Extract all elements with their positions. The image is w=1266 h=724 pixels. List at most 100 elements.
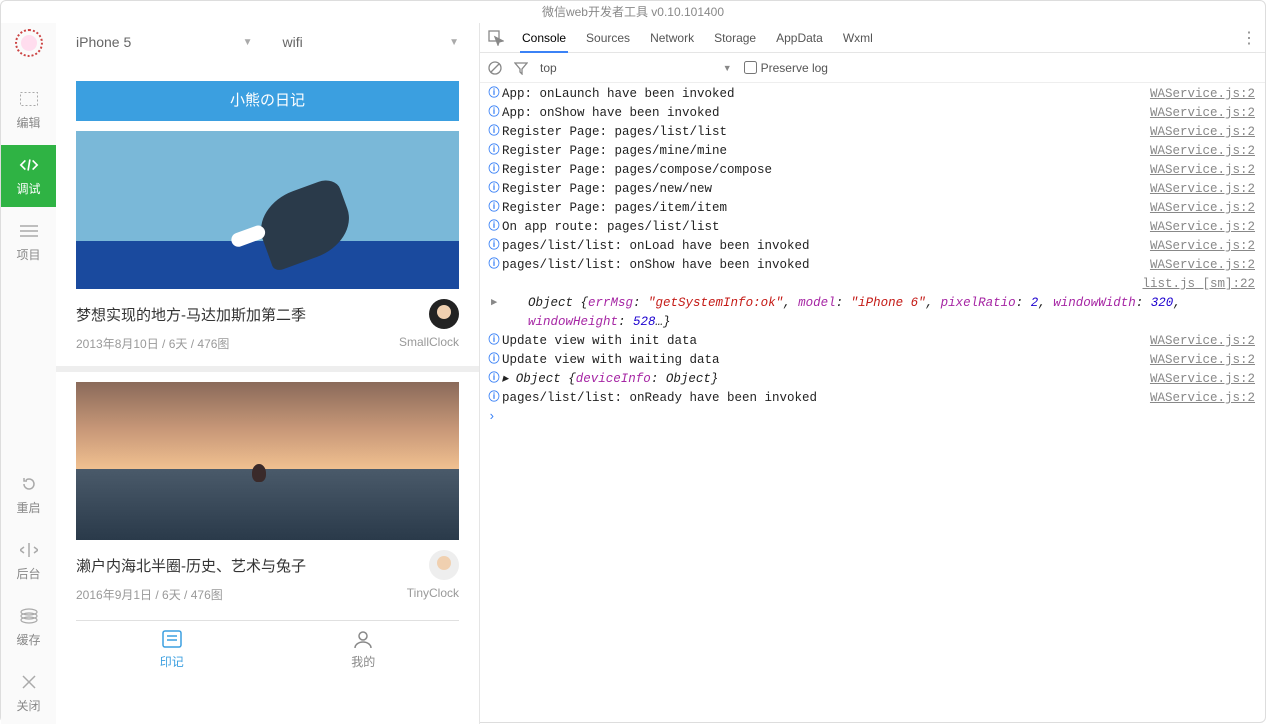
device-selector[interactable]: iPhone 5 ▼ bbox=[66, 28, 263, 56]
card-title: 濑户内海北半圈-历史、艺术与兔子 bbox=[76, 555, 421, 576]
card-meta: 2013年8月10日 / 6天 / 476图 bbox=[76, 335, 229, 352]
close-icon bbox=[19, 673, 39, 691]
code-icon bbox=[19, 156, 39, 174]
tab-storage[interactable]: Storage bbox=[712, 23, 758, 53]
devtools-panel: Console Sources Network Storage AppData … bbox=[479, 23, 1265, 724]
source-link[interactable]: WAService.js:2 bbox=[1150, 142, 1255, 161]
tab-console[interactable]: Console bbox=[520, 23, 568, 53]
chevron-down-icon: ▼ bbox=[723, 63, 732, 73]
list-item[interactable]: 梦想实现的地方-马达加斯加第二季 2013年8月10日 / 6天 / 476图 … bbox=[76, 131, 459, 352]
restart-icon bbox=[19, 475, 39, 493]
console-object[interactable]: ▸Object {errMsg: "getSystemInfo:ok", mod… bbox=[480, 294, 1265, 332]
source-link[interactable]: WAService.js:2 bbox=[1150, 161, 1255, 180]
info-icon: ⓘ bbox=[486, 142, 502, 161]
user-icon bbox=[353, 629, 373, 649]
info-icon: ⓘ bbox=[486, 180, 502, 199]
console-row: ⓘUpdate view with init dataWAService.js:… bbox=[480, 332, 1265, 351]
info-icon: ⓘ bbox=[486, 332, 502, 351]
info-icon: ⓘ bbox=[486, 85, 502, 104]
info-icon: ⓘ bbox=[486, 218, 502, 237]
tab-mine[interactable]: 我的 bbox=[268, 621, 460, 678]
info-icon: ⓘ bbox=[486, 389, 502, 408]
card-title: 梦想实现的地方-马达加斯加第二季 bbox=[76, 304, 421, 325]
source-link[interactable]: WAService.js:2 bbox=[1150, 256, 1255, 275]
console-prompt[interactable]: › bbox=[480, 408, 1265, 427]
source-link[interactable]: WAService.js:2 bbox=[1150, 123, 1255, 142]
app-header: 小熊の日记 bbox=[76, 81, 459, 121]
sidebar-item-project[interactable]: 项目 bbox=[1, 211, 56, 273]
sidebar: 编辑 调试 项目 重启 后台 缓存 关闭 bbox=[1, 23, 56, 724]
source-link[interactable]: WAService.js:2 bbox=[1150, 237, 1255, 256]
source-link[interactable]: WAService.js:2 bbox=[1150, 332, 1255, 351]
source-link[interactable]: WAService.js:2 bbox=[1150, 370, 1255, 389]
console-row: ⓘpages/list/list: onLoad have been invok… bbox=[480, 237, 1265, 256]
sidebar-item-cache[interactable]: 缓存 bbox=[1, 596, 56, 658]
console-row: ⓘRegister Page: pages/new/newWAService.j… bbox=[480, 180, 1265, 199]
chevron-down-icon: ▼ bbox=[449, 37, 459, 48]
tab-wxml[interactable]: Wxml bbox=[841, 23, 875, 53]
console-row: ⓘRegister Page: pages/item/itemWAService… bbox=[480, 199, 1265, 218]
tab-appdata[interactable]: AppData bbox=[774, 23, 825, 53]
console-row: ⓘRegister Page: pages/mine/mineWAService… bbox=[480, 142, 1265, 161]
console-row: ⓘApp: onLaunch have been invokedWAServic… bbox=[480, 85, 1265, 104]
info-icon: ⓘ bbox=[486, 370, 502, 389]
divider bbox=[56, 366, 479, 372]
info-icon: ⓘ bbox=[486, 199, 502, 218]
more-icon[interactable]: ⋮ bbox=[1241, 28, 1257, 48]
edit-icon bbox=[19, 90, 39, 108]
avatar bbox=[429, 550, 459, 580]
inspect-icon[interactable] bbox=[488, 30, 504, 46]
info-icon: ⓘ bbox=[486, 123, 502, 142]
diary-icon bbox=[161, 629, 183, 649]
console-row: ⓘUpdate view with waiting dataWAService.… bbox=[480, 351, 1265, 370]
device-panel: iPhone 5 ▼ wifi ▼ 小熊の日记 梦想实现的地方-马达加斯加第二季… bbox=[56, 23, 479, 724]
context-selector[interactable]: top ▼ bbox=[540, 61, 732, 75]
source-link[interactable]: WAService.js:2 bbox=[1150, 85, 1255, 104]
sidebar-item-restart[interactable]: 重启 bbox=[1, 464, 56, 526]
card-author: SmallClock bbox=[399, 335, 459, 352]
console-row: ⓘpages/list/list: onReady have been invo… bbox=[480, 389, 1265, 408]
avatar bbox=[429, 299, 459, 329]
menu-icon bbox=[19, 222, 39, 240]
source-link[interactable]: WAService.js:2 bbox=[1150, 104, 1255, 123]
source-link[interactable]: WAService.js:2 bbox=[1150, 180, 1255, 199]
tabbar: 印记 我的 bbox=[76, 620, 459, 678]
card-image bbox=[76, 382, 459, 540]
sidebar-item-debug[interactable]: 调试 bbox=[1, 145, 56, 207]
source-link[interactable]: WAService.js:2 bbox=[1150, 218, 1255, 237]
tab-sources[interactable]: Sources bbox=[584, 23, 632, 53]
network-selector[interactable]: wifi ▼ bbox=[273, 28, 470, 56]
cache-icon bbox=[19, 607, 39, 625]
info-icon: ⓘ bbox=[486, 256, 502, 275]
clear-console-icon[interactable] bbox=[488, 61, 502, 75]
app-logo bbox=[15, 29, 43, 57]
devtools-tabs: Console Sources Network Storage AppData … bbox=[480, 23, 1265, 53]
source-link[interactable]: WAService.js:2 bbox=[1150, 199, 1255, 218]
info-icon: ⓘ bbox=[486, 104, 502, 123]
console-row: ⓘApp: onShow have been invokedWAService.… bbox=[480, 104, 1265, 123]
console-row: ⓘRegister Page: pages/compose/composeWAS… bbox=[480, 161, 1265, 180]
source-link[interactable]: WAService.js:2 bbox=[1150, 351, 1255, 370]
background-icon bbox=[19, 541, 39, 559]
console-output[interactable]: ⓘApp: onLaunch have been invokedWAServic… bbox=[480, 83, 1265, 724]
list-item[interactable]: 濑户内海北半圈-历史、艺术与兔子 2016年9月1日 / 6天 / 476图 T… bbox=[76, 382, 459, 603]
filter-icon[interactable] bbox=[514, 61, 528, 75]
preserve-log-checkbox[interactable]: Preserve log bbox=[744, 61, 828, 75]
console-row: list.js [sm]:22 bbox=[480, 275, 1265, 294]
sidebar-item-close[interactable]: 关闭 bbox=[1, 662, 56, 724]
console-row: ⓘpages/list/list: onShow have been invok… bbox=[480, 256, 1265, 275]
console-object[interactable]: ⓘ▸ Object {deviceInfo: Object}WAService.… bbox=[480, 370, 1265, 389]
sidebar-item-edit[interactable]: 编辑 bbox=[1, 79, 56, 141]
card-image bbox=[76, 131, 459, 289]
console-row: ⓘOn app route: pages/list/listWAService.… bbox=[480, 218, 1265, 237]
tab-network[interactable]: Network bbox=[648, 23, 696, 53]
source-link[interactable]: WAService.js:2 bbox=[1150, 389, 1255, 408]
window-title: 微信web开发者工具 v0.10.101400 bbox=[1, 1, 1265, 23]
tab-diary[interactable]: 印记 bbox=[76, 621, 268, 678]
card-meta: 2016年9月1日 / 6天 / 476图 bbox=[76, 586, 223, 603]
sidebar-item-background[interactable]: 后台 bbox=[1, 530, 56, 592]
source-link[interactable]: list.js [sm]:22 bbox=[1142, 275, 1255, 294]
info-icon: ⓘ bbox=[486, 351, 502, 370]
chevron-down-icon: ▼ bbox=[243, 37, 253, 48]
info-icon: ⓘ bbox=[486, 161, 502, 180]
